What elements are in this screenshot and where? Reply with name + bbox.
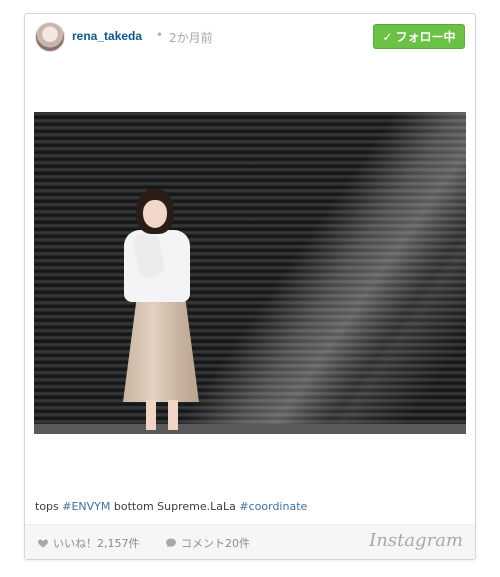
post-photo[interactable]	[34, 112, 466, 434]
right-leg	[168, 400, 178, 430]
instagram-logo[interactable]: Instagram	[369, 530, 463, 551]
left-leg	[146, 400, 156, 430]
post-header: rena_takeda • 2か月前 ✓ フォロー中	[35, 22, 465, 52]
avatar[interactable]	[35, 22, 65, 52]
post-footer: いいね！2,157件 コメント20件 Instagram	[25, 524, 475, 559]
comments-label: コメント20件	[181, 537, 250, 550]
ground	[34, 424, 466, 434]
likes-label: いいね！2,157件	[53, 537, 140, 550]
post-timestamp[interactable]: 2か月前	[169, 29, 213, 46]
post-caption: tops #ENVYM bottom Supreme.LaLa #coordin…	[35, 500, 307, 513]
heart-icon	[37, 539, 49, 548]
likes-count[interactable]: いいね！2,157件	[37, 535, 140, 551]
check-icon: ✓	[382, 29, 393, 44]
caption-text: bottom Supreme.LaLa	[110, 500, 240, 513]
following-button[interactable]: ✓ フォロー中	[373, 24, 465, 49]
caption-text: tops	[35, 500, 63, 513]
comment-bubble-icon	[166, 538, 176, 548]
following-button-label: フォロー中	[395, 30, 456, 44]
username-link[interactable]: rena_takeda	[72, 29, 142, 43]
light-streaks	[34, 112, 466, 434]
separator-dot: •	[156, 28, 164, 42]
hashtag-coordinate[interactable]: #coordinate	[239, 500, 307, 513]
comments-count[interactable]: コメント20件	[165, 535, 250, 551]
instagram-embed-card: rena_takeda • 2か月前 ✓ フォロー中 tops #ENVYM b…	[24, 13, 476, 560]
face	[143, 200, 167, 228]
hashtag-envym[interactable]: #ENVYM	[62, 500, 110, 513]
